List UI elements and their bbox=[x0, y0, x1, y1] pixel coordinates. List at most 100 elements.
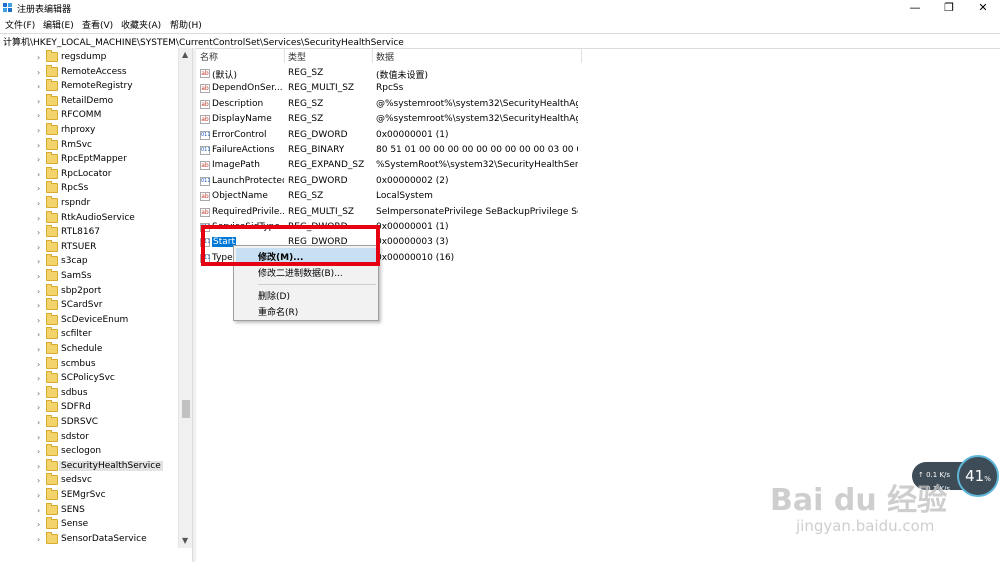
scroll-down-icon[interactable]: ▼ bbox=[182, 536, 188, 545]
value-row[interactable]: ab DisplayName REG_SZ @%systemroot%\system3… bbox=[196, 113, 1000, 128]
expand-chevron-icon[interactable]: › bbox=[37, 68, 43, 77]
menu-rename[interactable]: 重命名(R) bbox=[236, 303, 376, 318]
tree-item[interactable]: › RpcSs bbox=[0, 181, 178, 196]
expand-chevron-icon[interactable]: › bbox=[37, 97, 43, 106]
expand-chevron-icon[interactable]: › bbox=[37, 360, 43, 369]
column-separator[interactable] bbox=[581, 48, 582, 63]
expand-chevron-icon[interactable]: › bbox=[37, 374, 43, 383]
address-path[interactable]: 计算机\HKEY_LOCAL_MACHINE\SYSTEM\CurrentCon… bbox=[3, 35, 404, 48]
expand-chevron-icon[interactable]: › bbox=[37, 447, 43, 456]
expand-chevron-icon[interactable]: › bbox=[37, 330, 43, 339]
value-row[interactable]: ab DependOnSer... REG_MULTI_SZ RpcSs bbox=[196, 82, 1000, 97]
menu-modify-binary[interactable]: 修改二进制数据(B)... bbox=[236, 264, 376, 279]
menu-delete[interactable]: 删除(D) bbox=[236, 287, 376, 302]
tree-item[interactable]: › SDFRd bbox=[0, 400, 178, 415]
tree-item[interactable]: › RFCOMM bbox=[0, 108, 178, 123]
tree-item[interactable]: › scmbus bbox=[0, 356, 178, 372]
tree-item[interactable]: › RemoteAccess bbox=[0, 64, 178, 80]
tree-item[interactable]: › SCardSvr bbox=[0, 298, 178, 313]
expand-chevron-icon[interactable]: › bbox=[37, 506, 43, 515]
tree-item[interactable]: › RTSUER bbox=[0, 239, 178, 255]
tree-item[interactable]: › sdstor bbox=[0, 429, 178, 445]
tree-item[interactable]: › rspndr bbox=[0, 196, 178, 211]
expand-chevron-icon[interactable]: › bbox=[37, 345, 43, 354]
menu-help[interactable]: 帮助(H) bbox=[170, 18, 202, 31]
tree-item[interactable]: › ScDeviceEnum bbox=[0, 312, 178, 328]
scrollbar-thumb[interactable] bbox=[182, 400, 190, 418]
expand-chevron-icon[interactable]: › bbox=[37, 272, 43, 281]
menu-favorites[interactable]: 收藏夹(A) bbox=[121, 18, 161, 31]
tree-item[interactable]: › RtkAudioService bbox=[0, 210, 178, 226]
expand-chevron-icon[interactable]: › bbox=[37, 228, 43, 237]
tree-item[interactable]: › RetailDemo bbox=[0, 93, 178, 109]
value-row[interactable]: ab ImagePath REG_EXPAND_SZ %SystemRoot%\sys… bbox=[196, 159, 1000, 174]
menu-edit[interactable]: 编辑(E) bbox=[43, 18, 74, 31]
expand-chevron-icon[interactable]: › bbox=[37, 316, 43, 325]
tree-item[interactable]: › rhproxy bbox=[0, 123, 178, 138]
address-bar[interactable]: 计算机\HKEY_LOCAL_MACHINE\SYSTEM\CurrentCon… bbox=[0, 33, 1000, 49]
expand-chevron-icon[interactable]: › bbox=[37, 491, 43, 500]
column-separator[interactable] bbox=[372, 48, 373, 63]
tree-item[interactable]: › SecurityHealthService bbox=[0, 458, 178, 474]
tree-item[interactable]: › RmSvc bbox=[0, 137, 178, 153]
expand-chevron-icon[interactable]: › bbox=[37, 520, 43, 529]
menu-view[interactable]: 查看(V) bbox=[82, 18, 113, 31]
tree-item[interactable]: › SEMgrSvc bbox=[0, 488, 178, 503]
expand-chevron-icon[interactable]: › bbox=[37, 535, 43, 544]
scroll-up-icon[interactable]: ▲ bbox=[182, 50, 188, 59]
expand-chevron-icon[interactable]: › bbox=[37, 476, 43, 485]
tree-item[interactable]: › Sense bbox=[0, 517, 178, 532]
column-separator[interactable] bbox=[284, 48, 285, 63]
value-row[interactable]: 011 LaunchProtected REG_DWORD 0x00000002 (2… bbox=[196, 175, 1000, 190]
column-data[interactable]: 数据 bbox=[376, 50, 394, 64]
tree-item[interactable]: › SDRSVC bbox=[0, 415, 178, 430]
tree-item[interactable]: › SENS bbox=[0, 502, 178, 518]
value-row[interactable]: ab (默认) REG_SZ (数值未设置) bbox=[196, 67, 1000, 82]
expand-chevron-icon[interactable]: › bbox=[37, 214, 43, 223]
value-row[interactable]: ab ObjectName REG_SZ LocalSystem bbox=[196, 190, 1000, 205]
tree-item[interactable]: › RpcLocator bbox=[0, 166, 178, 182]
tree-item[interactable]: › s3cap bbox=[0, 254, 178, 269]
tree-item[interactable]: › sbp2port bbox=[0, 283, 178, 299]
expand-chevron-icon[interactable]: › bbox=[37, 403, 43, 412]
value-row[interactable]: ab Description REG_SZ @%systemroot%\system3… bbox=[196, 98, 1000, 113]
expand-chevron-icon[interactable]: › bbox=[37, 257, 43, 266]
tree-item[interactable]: › SamSs bbox=[0, 269, 178, 284]
tree-item[interactable]: › scfilter bbox=[0, 327, 178, 342]
maximize-button[interactable]: ❐ bbox=[932, 0, 966, 16]
expand-chevron-icon[interactable]: › bbox=[37, 53, 43, 62]
expand-chevron-icon[interactable]: › bbox=[37, 155, 43, 164]
expand-chevron-icon[interactable]: › bbox=[37, 82, 43, 91]
value-row[interactable]: 011 ErrorControl REG_DWORD 0x00000001 (1) bbox=[196, 129, 1000, 144]
minimize-button[interactable]: — bbox=[898, 0, 932, 16]
column-type[interactable]: 类型 bbox=[288, 50, 306, 64]
tree-item[interactable]: › Schedule bbox=[0, 342, 178, 357]
tree-item[interactable]: › SCPolicySvc bbox=[0, 371, 178, 386]
expand-chevron-icon[interactable]: › bbox=[37, 287, 43, 296]
menu-file[interactable]: 文件(F) bbox=[5, 18, 35, 31]
value-row[interactable]: 011 FailureActions REG_BINARY 80 51 01 00 0… bbox=[196, 144, 1000, 159]
expand-chevron-icon[interactable]: › bbox=[37, 462, 43, 471]
expand-chevron-icon[interactable]: › bbox=[37, 418, 43, 427]
tree-item[interactable]: › seclogon bbox=[0, 444, 178, 459]
expand-chevron-icon[interactable]: › bbox=[37, 170, 43, 179]
expand-chevron-icon[interactable]: › bbox=[37, 126, 43, 135]
tree-item[interactable]: › RemoteRegistry bbox=[0, 79, 178, 94]
tree-item[interactable]: › SensorDataService bbox=[0, 531, 178, 547]
tree-scrollbar[interactable]: ▲ ▼ bbox=[178, 48, 193, 548]
tree-item[interactable]: › regsdump bbox=[0, 50, 178, 65]
expand-chevron-icon[interactable]: › bbox=[37, 111, 43, 120]
expand-chevron-icon[interactable]: › bbox=[37, 243, 43, 252]
column-name[interactable]: 名称 bbox=[200, 50, 218, 64]
expand-chevron-icon[interactable]: › bbox=[37, 301, 43, 310]
expand-chevron-icon[interactable]: › bbox=[37, 184, 43, 193]
expand-chevron-icon[interactable]: › bbox=[37, 141, 43, 150]
tree-item[interactable]: › sdbus bbox=[0, 385, 178, 401]
tree-item[interactable]: › RpcEptMapper bbox=[0, 152, 178, 167]
expand-chevron-icon[interactable]: › bbox=[37, 199, 43, 208]
value-row[interactable]: ab RequiredPrivile... REG_MULTI_SZ SeImpers… bbox=[196, 206, 1000, 221]
tree-item[interactable]: › sedsvc bbox=[0, 473, 178, 488]
expand-chevron-icon[interactable]: › bbox=[37, 433, 43, 442]
close-button[interactable]: ✕ bbox=[966, 0, 1000, 16]
tree-item[interactable]: › RTL8167 bbox=[0, 225, 178, 240]
